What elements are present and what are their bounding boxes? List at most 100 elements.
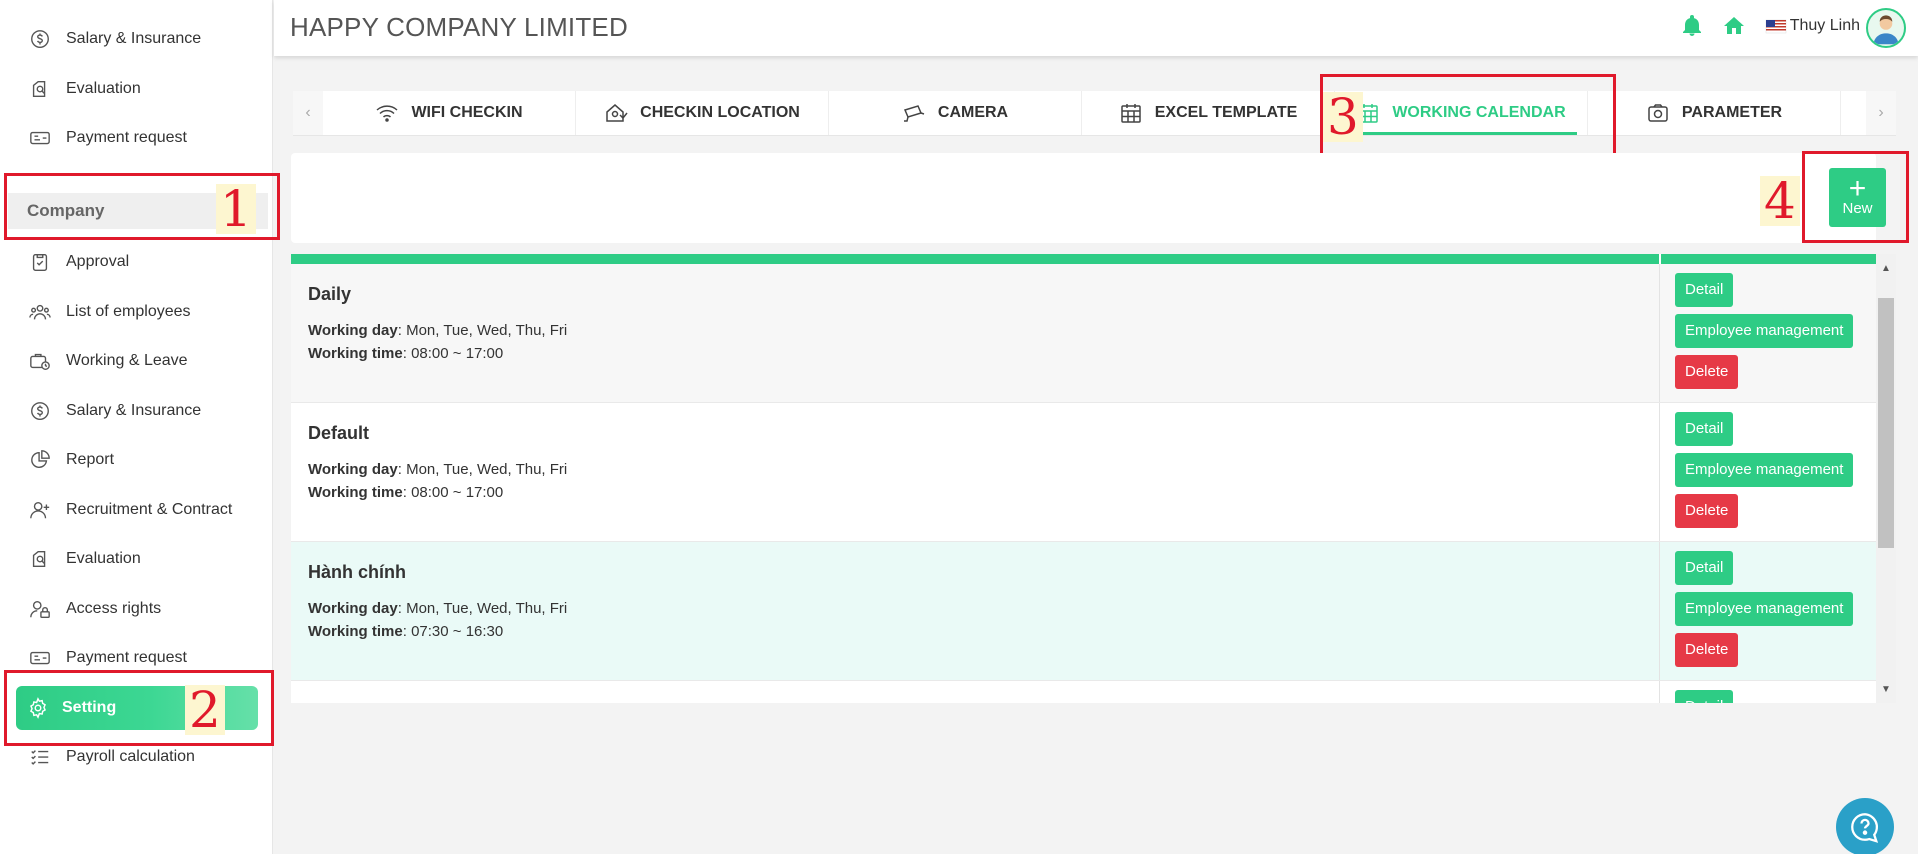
evaluation-icon: [28, 547, 52, 571]
sidebar-item-label: Access rights: [66, 600, 162, 617]
working-time-label: Working time: [308, 345, 403, 362]
sidebar-item-approval[interactable]: Approval: [0, 242, 272, 282]
delete-button[interactable]: Delete: [1675, 494, 1739, 528]
tab-label: EXCEL TEMPLATE: [1154, 104, 1298, 121]
sidebar-item-report[interactable]: Report: [0, 440, 272, 480]
users-icon: [28, 300, 52, 324]
avatar[interactable]: [1866, 8, 1906, 48]
sidebar-item-salary-insurance-top[interactable]: Salary & Insurance: [0, 19, 272, 59]
user-lock-icon: [28, 597, 52, 621]
checklist-icon: [28, 745, 52, 769]
detail-button[interactable]: Detail: [1675, 273, 1734, 307]
sidebar-item-label: Payroll calculation: [66, 748, 195, 765]
user-plus-icon: [28, 498, 52, 522]
detail-button[interactable]: Detail: [1675, 412, 1734, 446]
employee-management-button[interactable]: Employee management: [1675, 592, 1854, 626]
tab-wifi-checkin[interactable]: WIFI CHECKIN: [323, 91, 576, 135]
sidebar-item-label: Payment request: [66, 649, 187, 666]
working-day-label: Working day: [308, 322, 398, 339]
calendar-grid-icon: [1120, 104, 1141, 123]
tab-checkin-location[interactable]: CHECKIN LOCATION: [576, 91, 829, 135]
annotation-box-2: [4, 670, 274, 746]
scroll-down-arrow-icon[interactable]: ▼: [1876, 679, 1896, 699]
sidebar-item-payment-request-top[interactable]: Payment request: [0, 118, 272, 158]
working-time-line: Working time: 08:00 ~ 17:00: [308, 484, 1648, 501]
working-day-value: : Mon, Tue, Wed, Thu, Fri: [397, 461, 568, 478]
row-actions: Detail: [1659, 681, 1876, 703]
working-calendar-table: Daily Working day: Mon, Tue, Wed, Thu, F…: [291, 254, 1876, 703]
working-day-line: Working day: Mon, Tue, Wed, Thu, Fri: [308, 600, 1648, 617]
clipboard-check-icon: [28, 250, 52, 274]
working-day-label: Working day: [308, 461, 398, 478]
working-time-label: Working time: [308, 623, 403, 640]
table-row: Hành chính Working day: Mon, Tue, Wed, T…: [291, 542, 1876, 681]
photo-icon: [1648, 104, 1668, 122]
employee-management-button[interactable]: Employee management: [1675, 314, 1854, 348]
sidebar-item-label: Recruitment & Contract: [66, 501, 233, 518]
sidebar-item-label: Salary & Insurance: [66, 30, 202, 47]
tab-excel-template[interactable]: EXCEL TEMPLATE: [1082, 91, 1335, 135]
toolbar-panel: [291, 153, 1876, 243]
tabs-scroll-right[interactable]: ›: [1866, 91, 1896, 135]
annotation-number-1: 1: [216, 184, 256, 234]
home-icon[interactable]: [1722, 14, 1746, 38]
evaluation-icon: [28, 77, 52, 101]
briefcase-clock-icon: [28, 349, 52, 373]
company-title: HAPPY COMPANY LIMITED: [290, 12, 628, 42]
sidebar-item-evaluation[interactable]: Evaluation: [0, 539, 272, 579]
header-icons: [1680, 14, 1788, 38]
annotation-number-3: 3: [1323, 92, 1363, 142]
table-row: Daily Working day: Mon, Tue, Wed, Thu, F…: [291, 264, 1876, 403]
sidebar-item-recruitment-contract[interactable]: Recruitment & Contract: [0, 490, 272, 530]
sidebar-item-list-of-employees[interactable]: List of employees: [0, 292, 272, 332]
working-time-line: Working time: 08:00 ~ 17:00: [308, 345, 1648, 362]
table-scrollbar[interactable]: ▲ ▼: [1876, 254, 1896, 703]
working-day-line: Working day: Mon, Tue, Wed, Thu, Fri: [308, 322, 1648, 339]
calendar-info: Hành chính Working day: Mon, Tue, Wed, T…: [308, 562, 1648, 646]
detail-button[interactable]: Detail: [1675, 551, 1734, 585]
sidebar-item-label: Evaluation: [66, 80, 141, 97]
row-actions: Detail Employee management Delete: [1659, 403, 1876, 541]
payment-icon: [28, 646, 52, 670]
help-chat-button[interactable]: [1836, 798, 1894, 854]
tab-parameter[interactable]: PARAMETER: [1588, 91, 1841, 135]
delete-button[interactable]: Delete: [1675, 633, 1739, 667]
working-time-value: : 08:00 ~ 17:00: [402, 345, 504, 362]
annotation-number-2: 2: [185, 685, 225, 735]
user-name[interactable]: Thuy Linh: [1790, 17, 1860, 35]
sidebar-item-access-rights[interactable]: Access rights: [0, 589, 272, 629]
sidebar-item-label: Payment request: [66, 129, 187, 146]
row-actions: Detail Employee management Delete: [1659, 542, 1876, 680]
sidebar-item-salary-insurance[interactable]: Salary & Insurance: [0, 391, 272, 431]
top-header: HAPPY COMPANY LIMITED Thuy Linh: [274, 0, 1918, 56]
sidebar-item-label: Working & Leave: [66, 352, 188, 369]
us-flag-icon[interactable]: [1764, 14, 1788, 38]
working-day-label: Working day: [308, 600, 398, 617]
calendar-info: Default Working day: Mon, Tue, Wed, Thu,…: [308, 423, 1648, 507]
table-row: Default Working day: Mon, Tue, Wed, Thu,…: [291, 403, 1876, 542]
dollar-icon: [28, 27, 52, 51]
tab-camera[interactable]: CAMERA: [829, 91, 1082, 135]
sidebar-item-evaluation-top[interactable]: Evaluation: [0, 69, 272, 109]
working-day-value: : Mon, Tue, Wed, Thu, Fri: [397, 322, 568, 339]
tabs-scroll-left[interactable]: ‹: [293, 91, 323, 135]
working-day-line: Working day: Mon, Tue, Wed, Thu, Fri: [308, 461, 1648, 478]
sidebar-item-label: Salary & Insurance: [66, 402, 202, 419]
annotation-number-4: 4: [1760, 176, 1800, 226]
help-chat-icon: [1851, 813, 1879, 843]
delete-button[interactable]: Delete: [1675, 355, 1739, 389]
employee-management-button[interactable]: Employee management: [1675, 453, 1854, 487]
scroll-up-arrow-icon[interactable]: ▲: [1876, 258, 1896, 278]
sidebar-item-label: Approval: [66, 253, 130, 270]
table-row: Detail: [291, 681, 1876, 703]
calendar-name: Daily: [308, 284, 352, 304]
working-day-value: : Mon, Tue, Wed, Thu, Fri: [397, 600, 568, 617]
table-header-bar: [291, 254, 1876, 264]
sidebar-item-label: Report: [66, 451, 115, 468]
scroll-thumb[interactable]: [1878, 298, 1894, 548]
detail-button[interactable]: Detail: [1675, 690, 1734, 703]
camera-icon: [903, 105, 925, 122]
tab-label: PARAMETER: [1681, 104, 1783, 121]
sidebar-item-working-leave[interactable]: Working & Leave: [0, 341, 272, 381]
bell-icon[interactable]: [1680, 14, 1704, 38]
